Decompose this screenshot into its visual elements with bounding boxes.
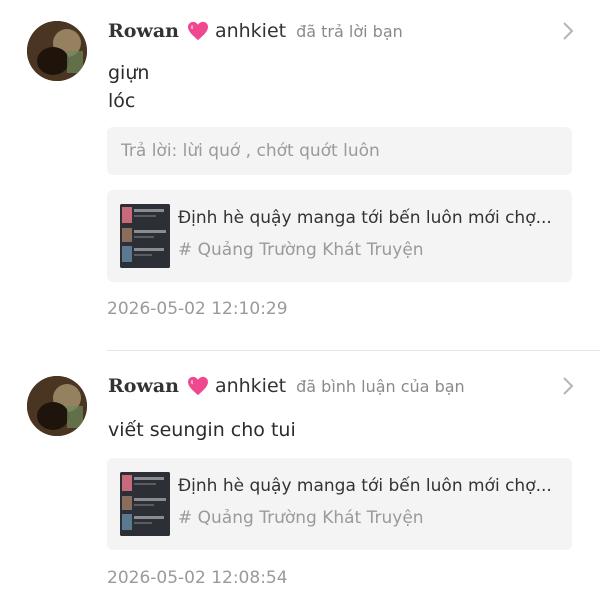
action-text: đã trả lời bạn [296,21,403,41]
user-handle[interactable]: anhkiet [215,20,286,42]
post-thumbnail [120,472,170,536]
notification-header: Rowan anhkiet đã trả lời bạn [108,17,403,45]
timestamp: 2026-05-02 12:10:29 [107,299,288,319]
action-text: đã bình luận của bạn [296,376,465,396]
avatar[interactable] [27,376,87,436]
post-card[interactable]: Định hè quậy manga tới bến luôn mới chợ.… [107,190,572,282]
chevron-right-icon[interactable] [562,376,574,396]
message-line: lóc [108,90,136,112]
chevron-right-icon[interactable] [562,21,574,41]
timestamp: 2026-05-02 12:08:54 [107,568,288,588]
username[interactable]: Rowan [108,20,179,42]
post-card[interactable]: Định hè quậy manga tới bến luôn mới chợ.… [107,458,572,550]
message-text: giựn lóc [108,59,149,115]
heart-icon [187,21,209,41]
username[interactable]: Rowan [108,375,179,397]
avatar[interactable] [27,21,87,81]
post-topic[interactable]: # Quảng Trường Khát Truyện [178,240,424,260]
message-text: viết seungin cho tui [108,416,296,444]
user-handle[interactable]: anhkiet [215,375,286,397]
post-title: Định hè quậy manga tới bến luôn mới chợ.… [178,476,552,496]
post-title: Định hè quậy manga tới bến luôn mới chợ.… [178,208,552,228]
post-topic[interactable]: # Quảng Trường Khát Truyện [178,508,424,528]
notification-header: Rowan anhkiet đã bình luận của bạn [108,372,465,400]
heart-icon [187,376,209,396]
message-line: giựn [108,62,150,84]
notification-item[interactable]: Rowan anhkiet đã bình luận của bạn viết … [0,351,600,613]
notification-item[interactable]: Rowan anhkiet đã trả lời bạn giựn lóc Tr… [0,0,600,350]
reply-quote[interactable]: Trả lời: lừi quớ , chớt quớt luôn [107,127,572,175]
message-line: viết seungin cho tui [108,419,296,441]
post-thumbnail [120,204,170,268]
